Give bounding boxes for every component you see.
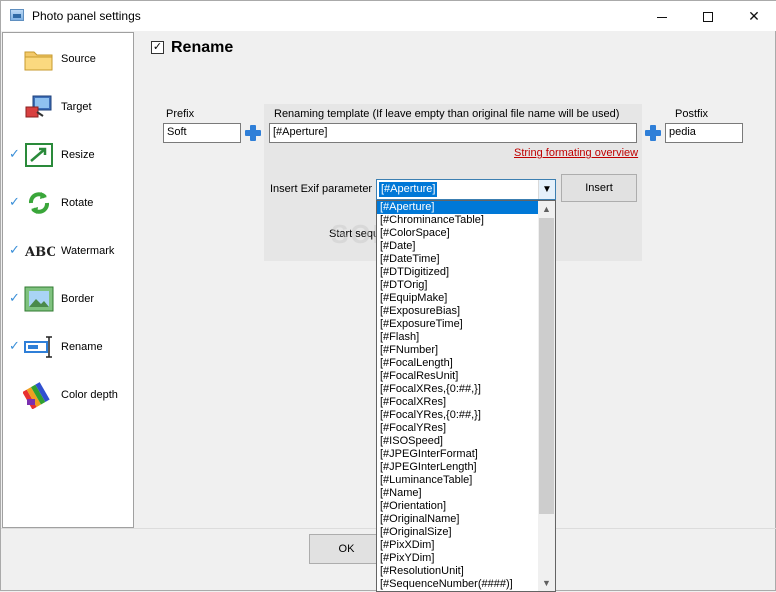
check-icon: ✓	[9, 338, 20, 353]
check-icon: ✓	[9, 194, 20, 209]
minimize-icon	[657, 16, 667, 18]
title-bar[interactable]: Photo panel settings ✕	[1, 1, 776, 31]
scroll-thumb[interactable]	[539, 218, 554, 514]
sidebar-item-rename[interactable]: ✓ Rename	[3, 327, 133, 367]
dropdown-option[interactable]: [#FNumber]	[377, 344, 539, 357]
template-input[interactable]: [#Aperture]	[269, 123, 637, 143]
sidebar-item-target[interactable]: Target	[3, 87, 133, 127]
sidebar-item-label: Rotate	[61, 197, 94, 209]
maximize-icon	[703, 12, 713, 23]
dropdown-option[interactable]: [#ResolutionUnit]	[377, 565, 539, 578]
sidebar-item-label: Watermark	[61, 245, 115, 257]
check-icon: ✓	[9, 290, 20, 305]
exif-dropdown-list[interactable]: [#Aperture] [#ChrominanceTable] [#ColorSpa…	[376, 200, 556, 592]
dropdown-option[interactable]: [#FocalXRes,{0:##,}]	[377, 383, 539, 396]
dropdown-option[interactable]: [#Aperture]	[377, 201, 539, 214]
dropdown-option[interactable]: [#OriginalName]	[377, 513, 539, 526]
dropdown-option[interactable]: [#LuminanceTable]	[377, 474, 539, 487]
section-title: Rename	[171, 39, 234, 56]
dropdown-option[interactable]: [#Orientation]	[377, 500, 539, 513]
check-icon: ✓	[9, 242, 20, 257]
dropdown-option[interactable]: [#EquipMake]	[377, 292, 539, 305]
dropdown-option[interactable]: [#PixYDim]	[377, 552, 539, 565]
folder-icon	[23, 45, 55, 73]
postfix-label: Postfix	[675, 108, 709, 120]
exif-selected-value: [#Aperture]	[379, 182, 438, 197]
dropdown-option[interactable]: [#ISOSpeed]	[377, 435, 539, 448]
sidebar-item-resize[interactable]: ✓ Resize	[3, 135, 133, 175]
close-button[interactable]: ✕	[731, 1, 776, 31]
dropdown-option[interactable]: [#ColorSpace]	[377, 227, 539, 240]
dropdown-option[interactable]: [#Flash]	[377, 331, 539, 344]
dropdown-option[interactable]: [#ChrominanceTable]	[377, 214, 539, 227]
sidebar-item-border[interactable]: ✓ Border	[3, 279, 133, 319]
prefix-input[interactable]: Soft	[163, 123, 241, 143]
scroll-up-icon[interactable]: ▲	[538, 201, 555, 217]
ok-button[interactable]: OK	[309, 534, 384, 564]
template-label: Renaming template (If leave empty than o…	[274, 108, 620, 120]
dropdown-option[interactable]: [#ExposureBias]	[377, 305, 539, 318]
dropdown-option[interactable]: [#ExposureTime]	[377, 318, 539, 331]
minimize-button[interactable]	[639, 1, 685, 31]
close-icon: ✕	[748, 8, 760, 24]
dropdown-option[interactable]: [#FocalXRes]	[377, 396, 539, 409]
sidebar-item-label: Target	[61, 101, 92, 113]
postfix-input[interactable]: pedia	[665, 123, 743, 143]
dropdown-option[interactable]: [#FocalYRes]	[377, 422, 539, 435]
resize-icon	[23, 141, 55, 169]
window-title: Photo panel settings	[32, 9, 141, 23]
exif-parameter-select[interactable]: [#Aperture] ▼	[376, 179, 556, 200]
dropdown-option[interactable]: [#DTDigitized]	[377, 266, 539, 279]
dropdown-option[interactable]: [#PixXDim]	[377, 539, 539, 552]
rename-icon	[23, 333, 55, 361]
sidebar-item-source[interactable]: Source	[3, 39, 133, 79]
maximize-button[interactable]	[685, 1, 731, 31]
sidebar-item-label: Source	[61, 53, 96, 65]
rotate-icon	[23, 189, 55, 217]
watermark-icon: ABC	[23, 237, 57, 265]
scroll-down-icon[interactable]: ▼	[538, 575, 555, 591]
dropdown-option[interactable]: [#FocalResUnit]	[377, 370, 539, 383]
border-icon	[23, 285, 55, 313]
add-postfix-plus-icon[interactable]	[644, 124, 662, 142]
prefix-label: Prefix	[166, 108, 195, 120]
sidebar-item-label: Rename	[61, 341, 103, 353]
sidebar-item-label: Color depth	[61, 389, 118, 401]
rename-enable-checkbox[interactable]: ✓	[151, 41, 164, 54]
app-icon	[10, 9, 24, 21]
add-prefix-plus-icon[interactable]	[244, 124, 262, 142]
sidebar: Source Target ✓ Resize ✓ Rotate ✓ ABC Wa…	[2, 32, 134, 528]
dropdown-options: [#Aperture] [#ChrominanceTable] [#ColorSpa…	[377, 201, 539, 591]
dropdown-option[interactable]: [#Date]	[377, 240, 539, 253]
dropdown-option[interactable]: [#FocalLength]	[377, 357, 539, 370]
sidebar-item-watermark[interactable]: ✓ ABC Watermark	[3, 231, 133, 271]
sidebar-item-label: Resize	[61, 149, 95, 161]
dropdown-option[interactable]: [#DateTime]	[377, 253, 539, 266]
exif-label: Insert Exif parameter	[270, 183, 373, 195]
sidebar-item-label: Border	[61, 293, 95, 305]
insert-button[interactable]: Insert	[561, 174, 637, 202]
dropdown-option[interactable]: [#DTOrig]	[377, 279, 539, 292]
chevron-down-icon[interactable]: ▼	[538, 180, 555, 199]
format-overview-link[interactable]: String formating overview	[514, 147, 638, 159]
dropdown-option[interactable]: [#FocalYRes,{0:##,}]	[377, 409, 539, 422]
check-icon: ✓	[9, 146, 20, 161]
dropdown-option[interactable]: [#JPEGInterFormat]	[377, 448, 539, 461]
dropdown-option[interactable]: [#Name]	[377, 487, 539, 500]
dropdown-option[interactable]: [#SequenceNumber(####)]	[377, 578, 539, 591]
dropdown-option[interactable]: [#JPEGInterLength]	[377, 461, 539, 474]
dropdown-scrollbar[interactable]: ▲ ▼	[538, 201, 555, 591]
svg-text:ABC: ABC	[24, 245, 55, 260]
sidebar-item-rotate[interactable]: ✓ Rotate	[3, 183, 133, 223]
color-depth-icon	[22, 381, 55, 410]
sidebar-item-color-depth[interactable]: Color depth	[3, 375, 133, 415]
settings-window: Photo panel settings ✕ Source Target ✓ R…	[0, 0, 776, 592]
target-icon	[23, 93, 55, 121]
dropdown-option[interactable]: [#OriginalSize]	[377, 526, 539, 539]
